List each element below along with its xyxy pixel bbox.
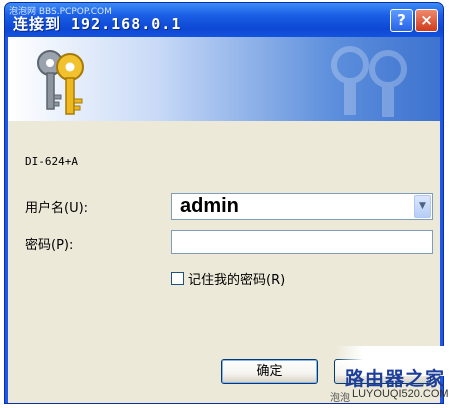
dialog-banner [8,37,440,121]
username-combobox[interactable]: admin ▼ [171,193,433,220]
chevron-down-icon[interactable]: ▼ [414,195,431,218]
close-button[interactable]: × [415,9,438,32]
dialog-title: 连接到 192.168.0.1 [13,15,182,33]
ok-button[interactable]: 确定 [221,359,318,384]
title-bar[interactable]: 泡泡网 BBS.PCPOP.COM 连接到 192.168.0.1 ? × [5,3,443,37]
username-label: 用户名(U): [25,201,89,216]
watermark-logo-url: LUYOUQI520.COM [352,388,449,400]
remember-password-option[interactable]: 记住我的密码(R) [171,268,285,288]
banner-watermark-keys-icon [331,46,407,117]
keys-icon [37,50,84,115]
username-value[interactable]: admin [180,195,239,218]
help-button[interactable]: ? [390,9,413,32]
device-name: DI-624+A [25,155,78,168]
remember-password-label[interactable]: 记住我的密码(R) [188,273,285,288]
watermark-text-bottom: 泡泡 [330,393,350,404]
login-dialog: 泡泡网 BBS.PCPOP.COM 连接到 192.168.0.1 ? × DI… [4,2,444,404]
watermark-logo-text: 路由器之家 [345,368,446,390]
password-label: 密码(P): [25,238,74,253]
password-field[interactable] [171,230,433,254]
remember-password-checkbox[interactable] [171,272,184,285]
